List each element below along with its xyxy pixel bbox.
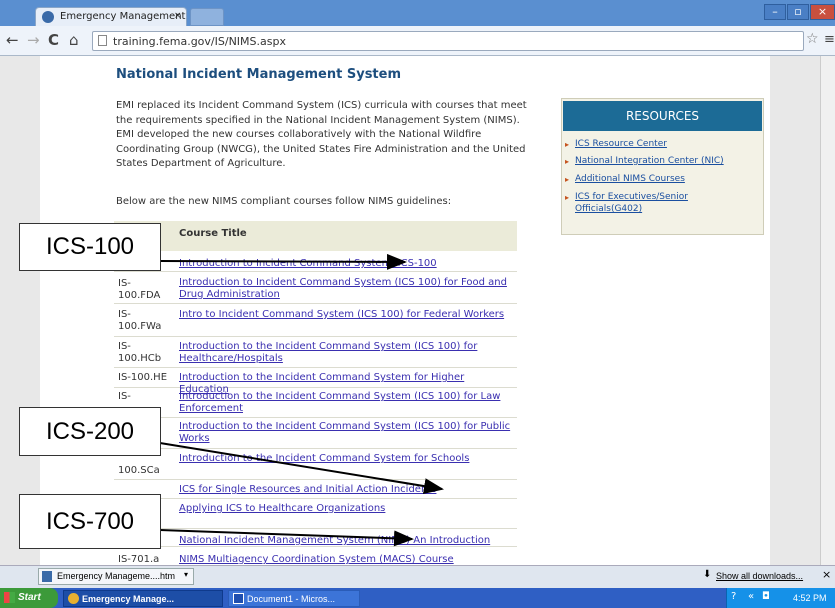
arrow-ics200 [159,442,444,494]
tray-clock: 4:52 PM [793,593,827,603]
chevron-down-icon[interactable]: ▾ [184,570,188,579]
tray-network-icon[interactable]: « [748,591,754,602]
chrome-icon [68,593,79,604]
taskbar-item-label: Emergency Manage... [82,594,175,604]
arrow-ics700 [159,529,414,547]
start-label: Start [18,592,41,603]
tray-help-icon[interactable]: ? [731,591,736,602]
download-filename: Emergency Manageme....htm [57,571,176,581]
callout-ics100: ICS-100 [19,223,161,271]
taskbar-item-label: Document1 - Micros... [247,594,336,604]
close-downloads-icon[interactable]: × [822,568,831,581]
callout-ics700: ICS-700 [19,494,161,549]
file-icon [42,571,52,582]
word-icon [233,593,244,604]
taskbar-item-word[interactable]: Document1 - Micros... [228,590,360,607]
download-item[interactable]: Emergency Manageme....htm ▾ [38,568,194,585]
show-all-downloads-link[interactable]: Show all downloads... [716,571,803,581]
callout-ics200: ICS-200 [19,407,161,456]
windows-logo-icon [4,592,15,603]
tray-shield-icon[interactable]: ◘ [762,591,770,602]
arrow-ics100 [159,253,407,270]
taskbar-item-browser[interactable]: Emergency Manage... [63,590,223,607]
start-button[interactable]: Start [0,588,58,608]
download-arrow-icon: ⬇ [703,569,712,580]
